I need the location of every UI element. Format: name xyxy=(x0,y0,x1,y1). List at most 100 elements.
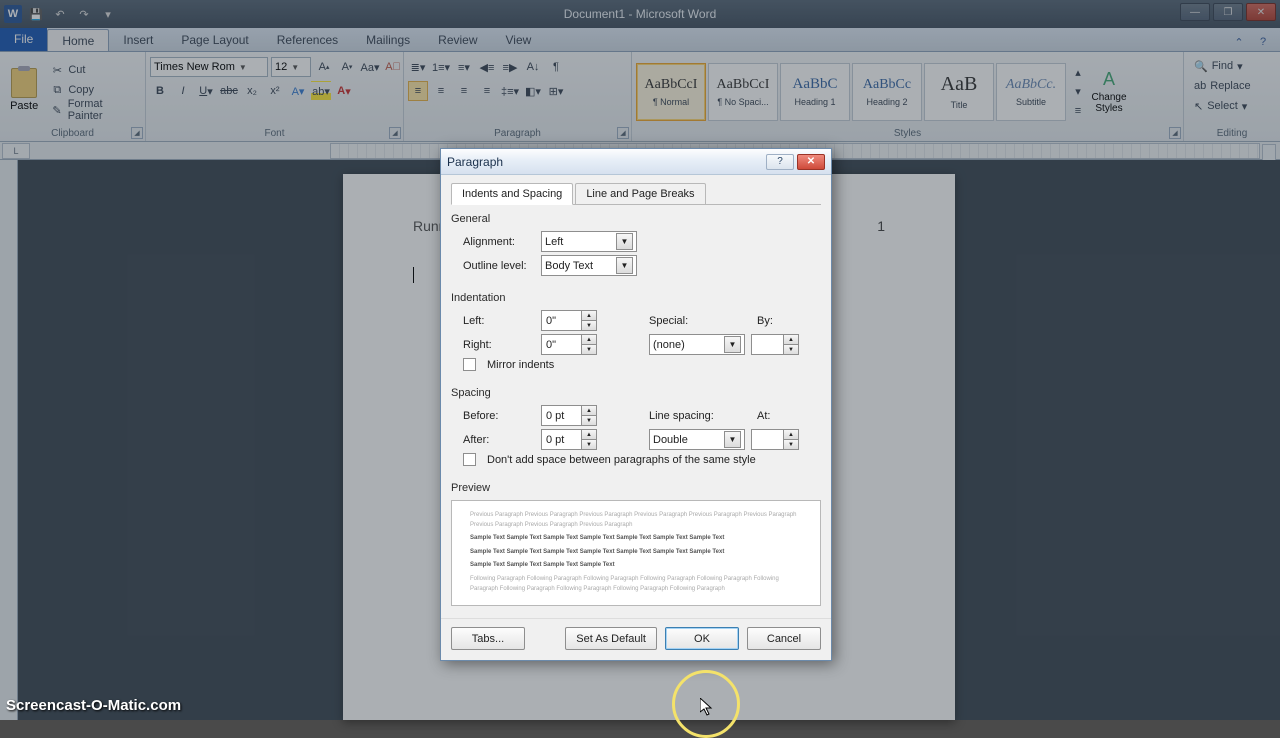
spacing-after-spinner[interactable]: 0 pt▲▼ xyxy=(541,429,597,450)
preview-sample-text: Sample Text Sample Text Sample Text Samp… xyxy=(470,534,802,544)
tab-mailings[interactable]: Mailings xyxy=(352,29,424,51)
align-right-button[interactable]: ≡ xyxy=(454,81,474,101)
italic-button[interactable]: I xyxy=(173,81,193,101)
dont-add-space-checkbox[interactable] xyxy=(463,453,476,466)
font-launcher-icon[interactable]: ◢ xyxy=(389,127,401,139)
paste-button[interactable]: Paste xyxy=(4,57,44,123)
align-left-button[interactable]: ≡ xyxy=(408,81,428,101)
tab-review[interactable]: Review xyxy=(424,29,491,51)
copy-button[interactable]: ⧉Copy xyxy=(46,80,141,100)
subscript-button[interactable]: x₂ xyxy=(242,81,262,101)
at-spinner[interactable]: ▲▼ xyxy=(751,429,799,450)
ok-button[interactable]: OK xyxy=(665,627,739,650)
close-button[interactable]: ✕ xyxy=(1246,3,1276,21)
underline-button[interactable]: U▾ xyxy=(196,81,216,101)
styles-launcher-icon[interactable]: ◢ xyxy=(1169,127,1181,139)
font-size-combo[interactable]: 12▼ xyxy=(271,57,311,77)
justify-button[interactable]: ≡ xyxy=(477,81,497,101)
numbering-icon[interactable]: 1≡▾ xyxy=(431,57,451,77)
clear-formatting-icon[interactable]: A⃠ xyxy=(383,57,403,77)
bullets-icon[interactable]: ≣▾ xyxy=(408,57,428,77)
line-spacing-combo[interactable]: Double▼ xyxy=(649,429,745,450)
alignment-combo[interactable]: Left▼ xyxy=(541,231,637,252)
tab-selector[interactable]: L xyxy=(2,143,30,159)
line-spacing-icon[interactable]: ‡≡▾ xyxy=(500,81,520,101)
minimize-ribbon-icon[interactable]: ⌃ xyxy=(1230,33,1248,51)
dialog-titlebar[interactable]: Paragraph ? ✕ xyxy=(441,149,831,175)
qat-customize-icon[interactable]: ▾ xyxy=(98,5,118,23)
shading-icon[interactable]: ◧▾ xyxy=(523,81,543,101)
tabs-button[interactable]: Tabs... xyxy=(451,627,525,650)
tab-indents-spacing[interactable]: Indents and Spacing xyxy=(451,183,573,205)
maximize-button[interactable]: ❐ xyxy=(1213,3,1243,21)
dialog-close-button[interactable]: ✕ xyxy=(797,154,825,170)
spacing-before-spinner[interactable]: 0 pt▲▼ xyxy=(541,405,597,426)
vertical-ruler[interactable] xyxy=(0,160,18,720)
select-button[interactable]: ↖Select ▾ xyxy=(1188,96,1253,116)
decrease-indent-icon[interactable]: ◀≡ xyxy=(477,57,497,77)
set-as-default-button[interactable]: Set As Default xyxy=(565,627,657,650)
tab-view[interactable]: View xyxy=(492,29,546,51)
by-spinner[interactable]: ▲▼ xyxy=(751,334,799,355)
grow-font-icon[interactable]: A▴ xyxy=(314,57,334,77)
style-heading-2[interactable]: AaBbCcHeading 2 xyxy=(852,63,922,121)
borders-icon[interactable]: ⊞▾ xyxy=(546,81,566,101)
style-normal[interactable]: AaBbCcI¶ Normal xyxy=(636,63,706,121)
page-number: 1 xyxy=(877,218,885,234)
dont-add-space-label: Don't add space between paragraphs of th… xyxy=(487,454,756,466)
font-name-combo[interactable]: Times New Rom▼ xyxy=(150,57,268,77)
save-icon[interactable]: 💾 xyxy=(26,5,46,23)
cut-button[interactable]: ✂Cut xyxy=(46,60,141,80)
style-no-spacing[interactable]: AaBbCcI¶ No Spaci... xyxy=(708,63,778,121)
cancel-button[interactable]: Cancel xyxy=(747,627,821,650)
font-group-label: Font xyxy=(150,126,399,141)
shrink-font-icon[interactable]: A▾ xyxy=(337,57,357,77)
align-center-button[interactable]: ≡ xyxy=(431,81,451,101)
outline-level-combo[interactable]: Body Text▼ xyxy=(541,255,637,276)
superscript-button[interactable]: x² xyxy=(265,81,285,101)
style-title[interactable]: AaBTitle xyxy=(924,63,994,121)
strikethrough-button[interactable]: abc xyxy=(219,81,239,101)
tab-references[interactable]: References xyxy=(263,29,352,51)
replace-icon: ab xyxy=(1194,80,1206,92)
show-marks-icon[interactable]: ¶ xyxy=(546,57,566,77)
indent-right-label: Right: xyxy=(463,339,535,351)
font-color-icon[interactable]: A▾ xyxy=(334,81,354,101)
style-label: Heading 1 xyxy=(794,97,835,107)
change-case-icon[interactable]: Aa▾ xyxy=(360,57,380,77)
tab-home[interactable]: Home xyxy=(47,29,109,51)
text-effects-icon[interactable]: A▾ xyxy=(288,81,308,101)
paragraph-launcher-icon[interactable]: ◢ xyxy=(617,127,629,139)
clipboard-launcher-icon[interactable]: ◢ xyxy=(131,127,143,139)
tab-insert[interactable]: Insert xyxy=(109,29,167,51)
tab-file[interactable]: File xyxy=(0,27,47,51)
paragraph-group-label: Paragraph xyxy=(408,126,627,141)
redo-icon[interactable]: ↷ xyxy=(74,5,94,23)
style-heading-1[interactable]: AaBbCHeading 1 xyxy=(780,63,850,121)
multilevel-list-icon[interactable]: ≡▾ xyxy=(454,57,474,77)
format-painter-button[interactable]: ✎Format Painter xyxy=(46,100,141,120)
tab-line-page-breaks[interactable]: Line and Page Breaks xyxy=(575,183,705,205)
special-combo[interactable]: (none)▼ xyxy=(649,334,745,355)
highlight-icon[interactable]: ab▾ xyxy=(311,81,331,101)
dialog-help-button[interactable]: ? xyxy=(766,154,794,170)
group-styles: AaBbCcI¶ Normal AaBbCcI¶ No Spaci... AaB… xyxy=(632,52,1184,141)
indent-left-spinner[interactable]: 0"▲▼ xyxy=(541,310,597,331)
change-styles-button[interactable]: A Change Styles xyxy=(1084,59,1134,125)
font-name-value: Times New Rom xyxy=(154,61,235,73)
indent-right-spinner[interactable]: 0"▲▼ xyxy=(541,334,597,355)
replace-button[interactable]: abReplace xyxy=(1188,76,1257,96)
tab-page-layout[interactable]: Page Layout xyxy=(167,29,262,51)
mirror-indents-checkbox[interactable] xyxy=(463,358,476,371)
at-label: At: xyxy=(757,410,787,422)
preview-sample-text: Sample Text Sample Text Sample Text Samp… xyxy=(470,548,802,558)
style-subtitle[interactable]: AaBbCc.Subtitle xyxy=(996,63,1066,121)
bold-button[interactable]: B xyxy=(150,81,170,101)
undo-icon[interactable]: ↶ xyxy=(50,5,70,23)
word-icon[interactable]: W xyxy=(4,5,22,23)
help-icon[interactable]: ? xyxy=(1254,33,1272,51)
minimize-button[interactable]: — xyxy=(1180,3,1210,21)
sort-icon[interactable]: A↓ xyxy=(523,57,543,77)
increase-indent-icon[interactable]: ≡▶ xyxy=(500,57,520,77)
find-button[interactable]: 🔍Find ▾ xyxy=(1188,56,1249,76)
